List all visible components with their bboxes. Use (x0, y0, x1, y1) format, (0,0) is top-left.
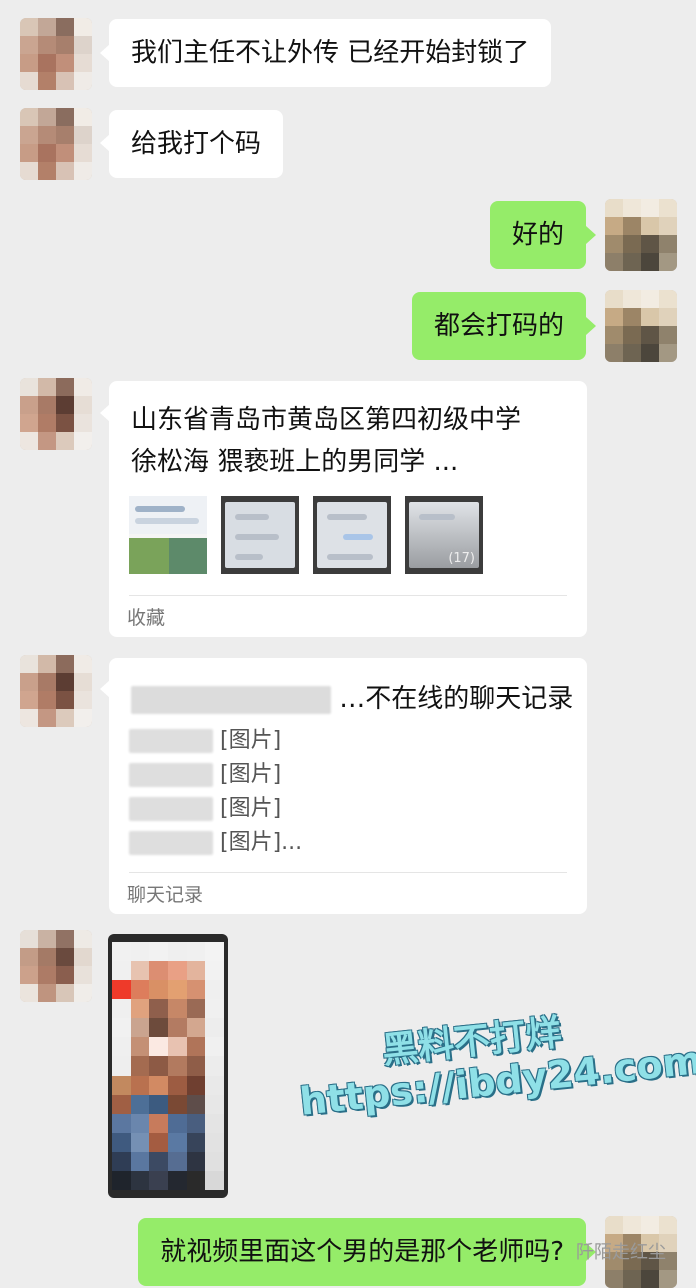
contact-avatar[interactable] (20, 108, 92, 180)
contact-avatar[interactable] (20, 655, 92, 727)
chat-record-line: [图片] (129, 758, 281, 792)
message-bubble-self[interactable]: 好的 (489, 201, 586, 269)
chat-record-line: [图片] (129, 724, 281, 758)
favorite-card-title: 山东省青岛市黄岛区第四初级中学 徐松海 猥亵班上的男同学 ... (131, 405, 522, 477)
favorite-card[interactable]: 山东省青岛市黄岛区第四初级中学 徐松海 猥亵班上的男同学 ... (17) 收藏 (109, 381, 587, 637)
contact-avatar[interactable] (20, 378, 92, 450)
thumbnail-image (221, 496, 299, 574)
chat-record-line: [图片] (129, 792, 281, 826)
contact-avatar[interactable] (20, 930, 92, 1002)
thumbnail-image (129, 496, 207, 574)
thumbnail-image: (17) (405, 496, 483, 574)
video-message[interactable] (108, 934, 228, 1198)
message-bubble[interactable]: 我们主任不让外传 已经开始封锁了 (109, 19, 552, 87)
blurred-name (131, 685, 331, 714)
self-avatar[interactable] (605, 290, 677, 362)
chat-record-line: [图片]... (129, 826, 302, 860)
thumbnail-image (313, 496, 391, 574)
thumbnail-count: (17) (448, 551, 475, 566)
source-watermark: 阡陌走红尘 (576, 1242, 666, 1263)
contact-avatar[interactable] (20, 18, 92, 90)
message-bubble-self[interactable]: 就视频里面这个男的是那个老师吗? (138, 1218, 586, 1286)
chat-record-footer: 聊天记录 (127, 884, 204, 906)
chat-record-card[interactable]: …不在线的聊天记录 [图片] [图片] [图片] [图片]... 聊天记录 (109, 658, 587, 914)
favorite-card-source: 收藏 (127, 607, 166, 629)
favorite-card-thumbnails: (17) (129, 496, 483, 574)
message-bubble-self[interactable]: 都会打码的 (411, 292, 586, 360)
chat-record-title: …不在线的聊天记录 (339, 684, 574, 714)
self-avatar[interactable] (605, 199, 677, 271)
message-bubble[interactable]: 给我打个码 (109, 110, 284, 178)
